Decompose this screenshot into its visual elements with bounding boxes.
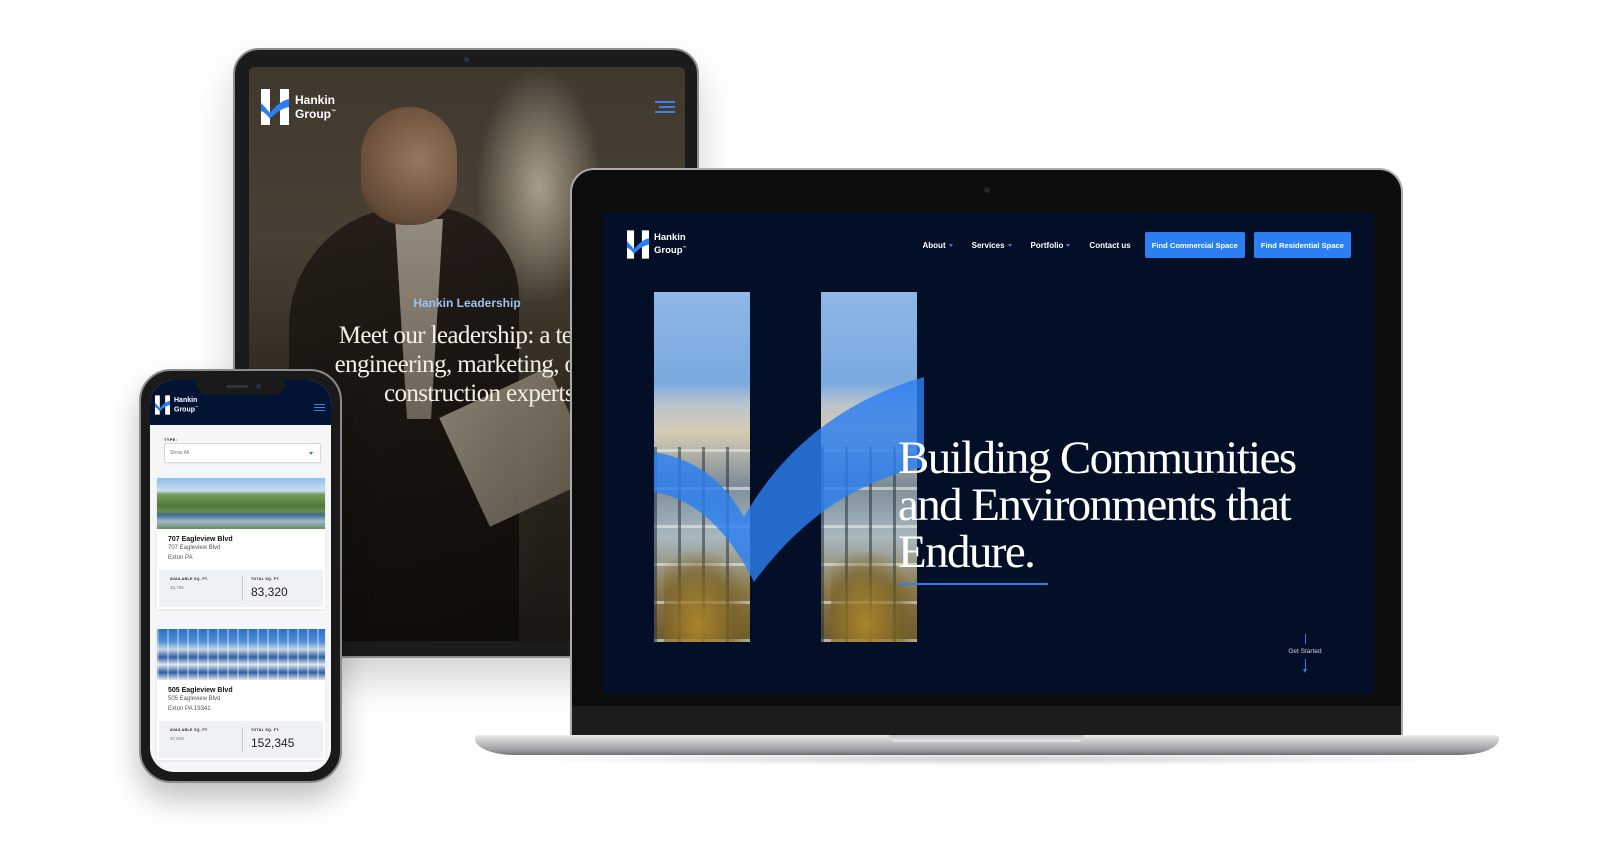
headline-line: and Environments that <box>898 479 1292 531</box>
chevron-down-icon <box>309 452 313 455</box>
get-started-scroll-link[interactable]: Get Started <box>1279 634 1331 673</box>
laptop-camera <box>984 187 990 193</box>
listing-address-line1: 707 Eagleview Blvd <box>168 545 221 551</box>
listing-photo <box>157 629 325 680</box>
get-started-label: Get Started <box>1288 648 1322 655</box>
hamburger-icon[interactable] <box>314 404 325 413</box>
scroll-line <box>1304 634 1306 644</box>
device-mockup-stage: Hankin Group™ Hankin Leadership Meet our… <box>0 0 1600 842</box>
hankin-logo-icon <box>261 89 289 125</box>
listing-address-line2: Exton PA <box>168 555 193 561</box>
listing-address-line1: 505 Eagleview Blvd <box>168 696 221 702</box>
arrow-down-icon <box>1303 669 1307 673</box>
phone-speaker <box>226 385 248 388</box>
logo-wordmark: Hankin Group™ <box>654 231 687 257</box>
main-nav: About Services Portfolio Contact us Find… <box>923 232 1351 258</box>
type-filter-value: Show All <box>170 450 190 456</box>
listing-photo <box>157 478 325 529</box>
logo-wordmark: Hankin Group™ <box>174 397 198 413</box>
listing-stats: AVAILABLE SQ. FT. 10,756 TOTAL SQ. FT. 8… <box>159 570 323 607</box>
find-commercial-space-button[interactable]: Find Commercial Space <box>1144 232 1245 258</box>
listing-title: 505 Eagleview Blvd <box>168 687 233 694</box>
total-sqft-value: 152,345 <box>251 736 295 750</box>
listing-card[interactable]: 505 Eagleview Blvd 505 Eagleview Blvd Ex… <box>157 629 325 760</box>
chevron-down-icon <box>1007 243 1012 247</box>
total-sqft-value: 83,320 <box>251 585 288 599</box>
total-sqft-label: TOTAL SQ. FT. <box>251 577 280 581</box>
laptop-chin <box>572 706 1401 738</box>
stats-divider <box>242 727 243 752</box>
trademark: ™ <box>331 109 336 115</box>
nav-label: About <box>922 240 946 250</box>
hamburger-icon[interactable] <box>655 101 675 116</box>
trademark: ™ <box>195 404 198 409</box>
logo-wordmark: Hankin Group™ <box>295 94 336 120</box>
phone-device: Hankin Group™ TYPE: Show All 707 Eaglevi… <box>139 369 342 783</box>
listing-address-line2: Exton PA 19341 <box>168 706 211 712</box>
nav-label: Services <box>971 240 1005 250</box>
available-sqft-value: 37,849 <box>170 736 184 741</box>
phone-notch <box>196 380 285 395</box>
headline-underline <box>898 583 1048 585</box>
find-residential-space-button[interactable]: Find Residential Space <box>1253 232 1351 258</box>
laptop-logo[interactable]: Hankin Group™ <box>627 230 687 259</box>
headline-line: Building Communities <box>898 432 1297 484</box>
logo-line1: Hankin <box>295 93 336 107</box>
total-sqft-label: TOTAL SQ. FT. <box>251 728 280 732</box>
nav-label: Contact us <box>1089 240 1131 250</box>
nav-label: Portfolio <box>1030 240 1064 250</box>
tree-foliage <box>664 552 750 642</box>
available-sqft-value: 10,756 <box>170 585 184 590</box>
hero-h-left-column-photo <box>654 292 750 642</box>
nav-portfolio[interactable]: Portfolio <box>1031 241 1071 250</box>
logo-line1: Hankin <box>174 396 198 404</box>
headline-line: Endure. <box>898 526 1036 578</box>
logo-line2: Group <box>295 107 331 121</box>
site-header: Hankin Group™ About Services Portfolio C… <box>603 212 1374 282</box>
chevron-down-icon <box>948 243 953 247</box>
logo-line2: Group <box>654 245 683 257</box>
listing-stats: AVAILABLE SQ. FT. 37,849 TOTAL SQ. FT. 1… <box>159 721 323 758</box>
nav-about[interactable]: About <box>923 241 953 250</box>
chevron-down-icon <box>1066 243 1071 247</box>
listing-title: 707 Eagleview Blvd <box>168 536 233 543</box>
type-filter-label: TYPE: <box>164 437 178 442</box>
hankin-logo-icon <box>155 395 170 415</box>
phone-screen: Hankin Group™ TYPE: Show All 707 Eaglevi… <box>150 380 331 772</box>
hankin-logo-icon <box>627 230 649 259</box>
tablet-logo[interactable]: Hankin Group™ <box>261 89 336 125</box>
available-sqft-label: AVAILABLE SQ. FT. <box>170 577 209 581</box>
laptop-shadow <box>500 752 1480 766</box>
hero-headline: Building Communities and Environments th… <box>898 432 1297 578</box>
nav-contact[interactable]: Contact us <box>1089 241 1130 250</box>
phone-camera <box>256 384 261 389</box>
type-filter-select[interactable]: Show All <box>164 443 321 463</box>
laptop-screen: Hankin Group™ About Services Portfolio C… <box>603 212 1374 694</box>
stats-divider <box>242 576 243 601</box>
logo-line2: Group <box>174 406 195 414</box>
scroll-line <box>1304 659 1306 669</box>
trademark: ™ <box>682 244 687 250</box>
mobile-logo[interactable]: Hankin Group™ <box>155 395 198 415</box>
laptop-opening-notch <box>889 735 1084 742</box>
laptop-device: Hankin Group™ About Services Portfolio C… <box>570 168 1403 738</box>
available-sqft-label: AVAILABLE SQ. FT. <box>170 728 209 732</box>
tablet-camera <box>464 57 469 62</box>
nav-services[interactable]: Services <box>972 241 1012 250</box>
listing-card[interactable]: 707 Eagleview Blvd 707 Eagleview Blvd Ex… <box>157 478 325 609</box>
logo-line1: Hankin <box>654 231 686 243</box>
